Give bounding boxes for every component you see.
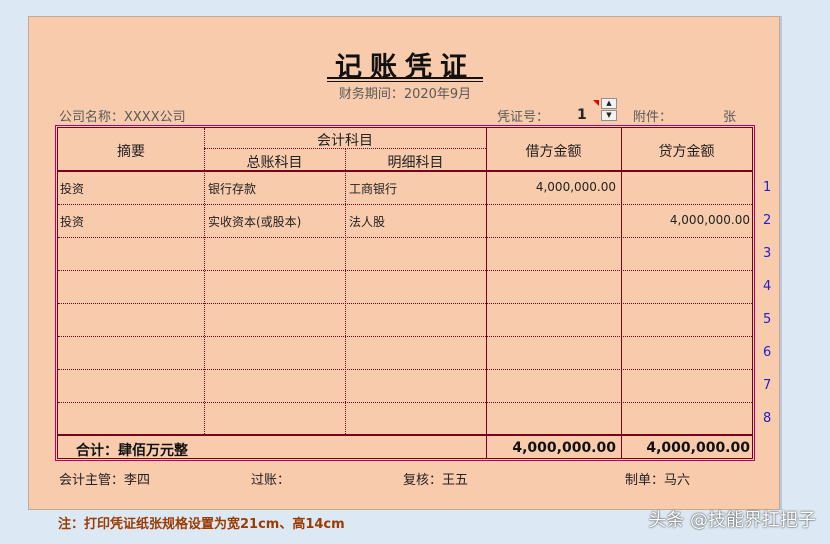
sheet-edge	[780, 16, 782, 510]
col-line	[621, 128, 622, 458]
watermark: 头条 @技能界扛把子	[648, 510, 816, 531]
signature-posting: 过账：	[251, 473, 291, 488]
header-debit: 借方金额	[525, 144, 582, 160]
signature-supervisor: 会计主管：李四	[59, 473, 151, 488]
row-line	[58, 270, 752, 271]
row2-detail[interactable]: 法人股	[349, 213, 385, 230]
row-line	[58, 402, 752, 403]
attachment-label: 附件：	[633, 110, 673, 125]
signature-review: 复核：王五	[403, 473, 469, 488]
voucher-sheet: 记账凭证 财务期间：2020年9月 公司名称：XXXX公司 凭证号： 1 ▲ ▼…	[28, 16, 780, 510]
title-underline-thin	[327, 81, 483, 82]
row-number: 2	[763, 213, 772, 228]
title-underline	[327, 77, 483, 79]
row1-debit[interactable]: 4,000,000.00	[486, 180, 616, 194]
row-number: 1	[763, 180, 772, 195]
signature-preparer: 制单：马六	[625, 473, 691, 488]
row-number: 4	[763, 279, 772, 294]
voucher-number-label: 凭证号：	[497, 110, 550, 125]
print-note: 注：打印凭证纸张规格设置为宽21cm、高14cm	[58, 517, 345, 532]
row2-general[interactable]: 实收资本(或股本)	[208, 213, 301, 230]
row-number: 8	[763, 411, 772, 426]
comment-indicator-icon	[593, 100, 599, 106]
voucher-number-value[interactable]: 1	[577, 107, 587, 123]
header-subject: 会计科目	[317, 133, 373, 149]
header-summary: 摘要	[117, 144, 145, 160]
row2-credit[interactable]: 4,000,000.00	[621, 213, 750, 227]
row-line	[58, 237, 752, 238]
total-credit: 4,000,000.00	[646, 440, 750, 456]
total-label: 合计：肆佰万元整	[76, 443, 188, 459]
total-line	[58, 434, 752, 436]
row-line	[58, 336, 752, 337]
row-line	[58, 204, 752, 205]
row1-general[interactable]: 银行存款	[208, 180, 256, 197]
row-number: 6	[763, 345, 772, 360]
spin-down-button[interactable]: ▼	[601, 110, 617, 121]
row1-detail[interactable]: 工商银行	[349, 180, 397, 197]
header-detail-subject: 明细科目	[387, 155, 444, 171]
header-general-ledger: 总账科目	[246, 155, 303, 171]
row-line	[58, 303, 752, 304]
row-number: 3	[763, 246, 772, 261]
attachment-unit: 张	[723, 110, 737, 125]
col-line	[486, 128, 487, 458]
financial-period: 财务期间：2020年9月	[338, 87, 472, 102]
row-number: 5	[763, 312, 772, 327]
row2-summary[interactable]: 投资	[60, 213, 84, 230]
row-line	[58, 369, 752, 370]
voucher-table: 摘要 会计科目 总账科目 明细科目 借方金额 贷方金额 投资 银行存款 工商银行…	[57, 127, 753, 459]
spin-up-button[interactable]: ▲	[601, 98, 617, 109]
company-name: 公司名称：XXXX公司	[59, 110, 186, 125]
total-debit: 4,000,000.00	[512, 440, 616, 456]
row-number: 7	[763, 378, 772, 393]
header-credit: 贷方金额	[658, 144, 715, 160]
col-line	[345, 148, 346, 434]
row1-summary[interactable]: 投资	[60, 180, 84, 197]
col-line	[204, 128, 205, 434]
